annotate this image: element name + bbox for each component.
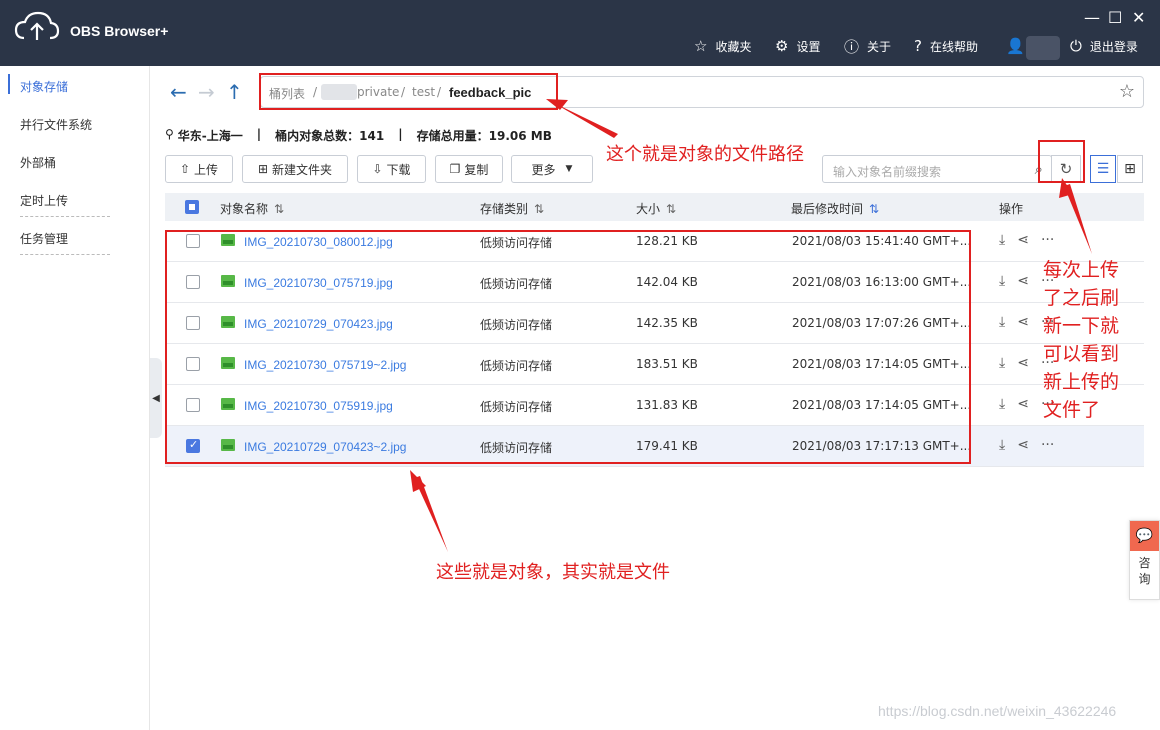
upload-label: 上传 [194,162,219,177]
favorites-label: 收藏夹 [715,39,752,54]
share-icon[interactable]: ⋖ [1017,396,1029,412]
info-separator: | [398,127,403,141]
files-highlight-box [165,230,971,464]
divider [20,254,110,255]
logout-nav[interactable]: ⏻ 退出登录 [1070,36,1138,56]
search-placeholder: 输入对象名前缀搜索 [833,165,942,179]
maximize-button[interactable]: ☐ [1108,8,1122,27]
settings-label: 设置 [796,39,821,54]
help-nav[interactable]: ? 在线帮助 [914,36,978,56]
download-icon[interactable]: ⤓ [999,314,1005,330]
info-icon: ⓘ [844,37,860,56]
folder-plus-icon: ⊞ [257,162,269,176]
refresh-annotation: 每次上传 了之后刷 新一下就 可以看到 新上传的 文件了 [1043,259,1120,421]
col-storage-class[interactable]: 存储类别 ⇅ [480,200,544,217]
sidebar-item-task-management[interactable]: 任务管理 [20,230,68,247]
star-icon: ☆ [694,37,708,55]
col-name[interactable]: 对象名称 ⇅ [220,200,284,217]
share-icon[interactable]: ⋖ [1017,232,1029,248]
collapse-sidebar-handle[interactable]: ◀ [150,358,162,438]
list-icon: ☰ [1096,161,1110,177]
divider [20,216,110,217]
download-label: 下载 [386,162,411,177]
new-folder-label: 新建文件夹 [272,162,333,177]
row-actions: ⤓ ⋖ ··· [999,232,1054,248]
minimize-button[interactable]: — [1084,8,1100,27]
location-pin-icon: ⚲ [165,127,174,141]
share-icon[interactable]: ⋖ [1017,314,1029,330]
sidebar-item-scheduled-upload[interactable]: 定时上传 [20,192,68,209]
upload-button[interactable]: ⇧ 上传 [165,155,233,183]
col-actions: 操作 [999,202,1024,216]
sidebar: 对象存储 并行文件系统 外部桶 定时上传 任务管理 [0,66,150,730]
more-dropdown[interactable]: 更多 ▼ [511,155,593,183]
help-icon: ? [914,37,922,55]
download-button[interactable]: ⇩ 下载 [357,155,426,183]
caret-down-icon: ▼ [565,164,573,174]
favorite-star-icon[interactable]: ☆ [1119,81,1135,102]
title-bar: OBS Browser+ — ☐ ✕ ☆ 收藏夹 ⚙ 设置 ⓘ 关于 ? 在线帮… [0,0,1160,66]
about-nav[interactable]: ⓘ 关于 [844,36,891,56]
sidebar-item-external-bucket[interactable]: 外部桶 [20,154,56,171]
select-all-checkbox[interactable] [185,200,199,214]
files-annotation: 这些就是对象，其实就是文件 [436,562,670,583]
object-count: 桶内对象总数：141 [275,129,385,143]
copy-button[interactable]: ❐ 复制 [435,155,503,183]
username-redacted [1026,36,1060,60]
copy-icon: ❐ [449,162,461,176]
table-header: 对象名称 ⇅ 存储类别 ⇅ 大小 ⇅ 最后修改时间 ⇅ 操作 [165,193,1144,221]
search-input[interactable]: 输入对象名前缀搜索 ⌕ [822,155,1052,183]
about-label: 关于 [867,39,892,54]
more-label: 更多 [531,162,556,177]
grid-view-button[interactable]: ⊞ [1117,155,1143,183]
share-icon[interactable]: ⋖ [1017,437,1029,453]
help-label: 在线帮助 [929,39,978,54]
download-icon[interactable]: ⤓ [999,355,1005,371]
grid-icon: ⊞ [1124,161,1136,177]
gear-icon: ⚙ [775,37,789,55]
watermark: https://blog.csdn.net/weixin_43622246 [878,703,1117,719]
refresh-highlight-box [1038,140,1085,183]
download-icon[interactable]: ⤓ [999,273,1005,289]
more-options-icon[interactable]: ··· [1041,232,1054,248]
power-icon: ⏻ [1070,37,1082,55]
forward-arrow-icon[interactable]: → [198,80,215,104]
favorites-nav[interactable]: ☆ 收藏夹 [694,36,751,56]
copy-label: 复制 [464,162,489,177]
share-icon[interactable]: ⋖ [1017,273,1029,289]
logout-label: 退出登录 [1089,39,1138,54]
more-options-icon[interactable]: ··· [1041,437,1054,453]
bucket-info: ⚲ 华东-上海一 | 桶内对象总数：141 | 存储总用量：19.06 MB [165,127,552,144]
new-folder-button[interactable]: ⊞ 新建文件夹 [242,155,348,183]
up-arrow-icon[interactable]: ↑ [226,80,243,104]
app-name: OBS Browser+ [70,23,169,39]
sidebar-item-object-storage[interactable]: 对象存储 [20,78,68,95]
row-actions: ⤓ ⋖ ··· [999,437,1054,453]
close-button[interactable]: ✕ [1132,8,1145,27]
download-icon[interactable]: ⤓ [999,232,1005,248]
download-icon: ⇩ [372,162,383,176]
back-arrow-icon[interactable]: ← [170,80,187,104]
share-icon[interactable]: ⋖ [1017,355,1029,371]
cloud-logo-icon [14,11,60,40]
path-annotation: 这个就是对象的文件路径 [606,144,804,165]
col-modified[interactable]: 最后修改时间 ⇅ [791,200,879,217]
consult-widget[interactable]: 💬 咨询 [1129,520,1160,600]
chat-icon: 💬 [1130,521,1159,551]
col-size[interactable]: 大小 ⇅ [636,200,676,217]
region-label: 华东-上海一 [177,129,243,143]
info-separator: | [256,127,262,141]
list-view-button[interactable]: ☰ [1090,155,1116,183]
download-icon[interactable]: ⤓ [999,396,1005,412]
settings-nav[interactable]: ⚙ 设置 [775,36,820,56]
active-indicator [8,74,10,94]
upload-icon: ⇧ [179,162,191,176]
path-highlight-box [259,73,558,110]
download-icon[interactable]: ⤓ [999,437,1005,453]
storage-usage: 存储总用量：19.06 MB [416,129,552,143]
sidebar-item-parallel-fs[interactable]: 并行文件系统 [20,116,92,133]
